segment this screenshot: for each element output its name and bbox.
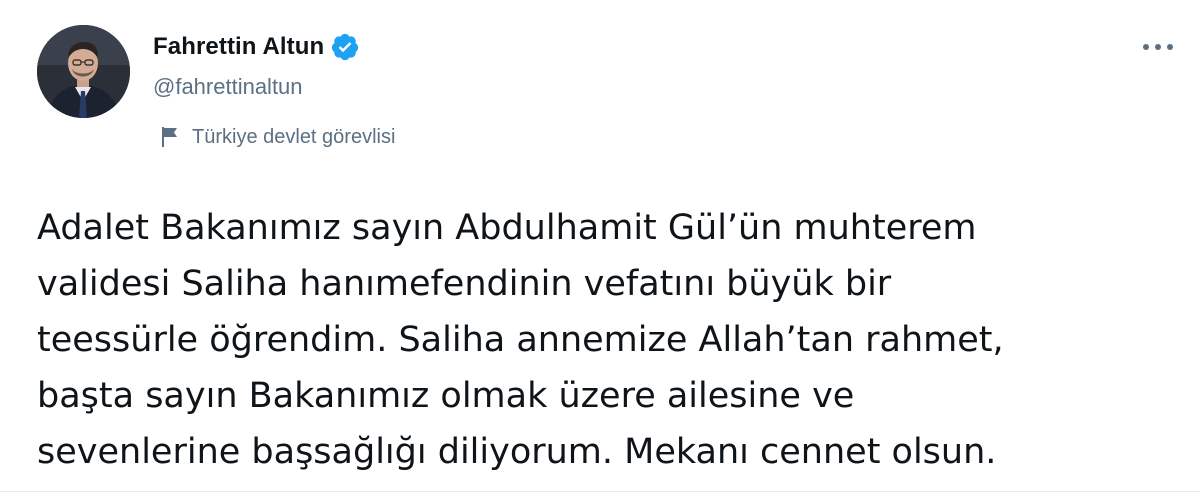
more-options-icon [1143, 44, 1173, 50]
tweet-card: Fahrettin Altun @fahrettinaltun Türkiye … [0, 0, 1200, 492]
avatar[interactable] [37, 25, 130, 118]
more-options-button[interactable] [1136, 30, 1180, 64]
author-name-row: Fahrettin Altun [153, 30, 360, 64]
government-label-text: Türkiye devlet görevlisi [192, 125, 396, 148]
avatar-photo [37, 25, 130, 118]
government-label[interactable]: Türkiye devlet görevlisi [160, 122, 395, 152]
flag-icon [160, 126, 180, 148]
display-name[interactable]: Fahrettin Altun [153, 33, 324, 61]
author-handle[interactable]: @fahrettinaltun [153, 74, 303, 100]
verified-badge-icon [330, 32, 360, 62]
tweet-text: Adalet Bakanımız sayın Abdulhamit Gül’ün… [37, 208, 1004, 472]
